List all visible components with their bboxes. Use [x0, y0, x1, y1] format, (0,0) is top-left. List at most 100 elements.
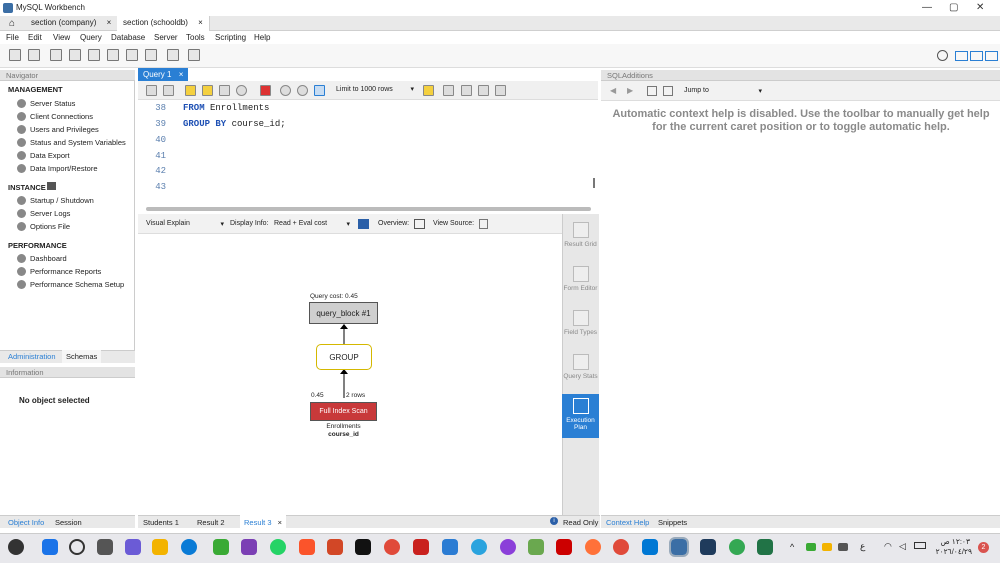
limit-rows-select[interactable]: Limit to 1000 rows ▾ — [336, 85, 414, 96]
tab-object-info[interactable]: Object Info — [8, 518, 44, 527]
edge-icon[interactable] — [181, 539, 197, 555]
nav-server-logs[interactable]: Server Logs — [30, 209, 70, 218]
nav-users-privileges[interactable]: Users and Privileges — [30, 125, 99, 134]
create-view-icon[interactable] — [107, 49, 119, 61]
menu-edit[interactable]: Edit — [28, 33, 42, 42]
visual-studio-icon[interactable] — [241, 539, 257, 555]
execution-plan-button[interactable]: Execution Plan — [562, 394, 599, 438]
reconnect-icon[interactable] — [188, 49, 200, 61]
android-studio-icon[interactable] — [528, 539, 544, 555]
nav-options-file[interactable]: Options File — [30, 222, 70, 231]
menu-file[interactable]: File — [6, 33, 19, 42]
create-function-icon[interactable] — [145, 49, 157, 61]
search-icon[interactable] — [69, 539, 85, 555]
wrap-icon[interactable] — [495, 85, 506, 96]
chrome-icon[interactable] — [384, 539, 400, 555]
group-node[interactable]: GROUP — [316, 344, 372, 370]
nav-server-status[interactable]: Server Status — [30, 99, 75, 108]
commit-icon[interactable] — [280, 85, 291, 96]
menu-server[interactable]: Server — [154, 33, 178, 42]
create-schema-icon[interactable] — [69, 49, 81, 61]
teams-icon[interactable] — [125, 539, 141, 555]
jump-to-select[interactable]: Jump to ▾ — [684, 87, 762, 95]
toggle-error-icon[interactable] — [260, 85, 271, 96]
open-file-icon[interactable] — [146, 85, 157, 96]
nav-client-connections[interactable]: Client Connections — [30, 112, 93, 121]
save-plan-icon[interactable] — [358, 219, 369, 229]
close-tab-icon[interactable]: × — [107, 18, 112, 27]
arduino-icon[interactable] — [700, 539, 716, 555]
battery-icon[interactable] — [914, 542, 926, 549]
notification-badge[interactable]: 2 — [978, 542, 989, 553]
telegram-icon[interactable] — [471, 539, 487, 555]
docs-icon[interactable] — [442, 539, 458, 555]
nav-status-variables[interactable]: Status and System Variables — [30, 138, 126, 147]
menu-tools[interactable]: Tools — [186, 33, 205, 42]
nav-data-import[interactable]: Data Import/Restore — [30, 164, 98, 173]
field-types-button[interactable]: Field Types — [562, 310, 599, 336]
close-tab-icon[interactable]: × — [179, 70, 184, 79]
back-icon[interactable]: ◀ — [610, 86, 616, 95]
full-index-scan-node[interactable]: Full Index Scan — [310, 402, 377, 421]
execute-icon[interactable] — [185, 85, 196, 96]
nav-startup-shutdown[interactable]: Startup / Shutdown — [30, 196, 94, 205]
nav-dashboard[interactable]: Dashboard — [30, 254, 67, 263]
new-sql-tab-icon[interactable] — [9, 49, 21, 61]
sql-editor[interactable] — [138, 100, 598, 206]
task-view-icon[interactable] — [97, 539, 113, 555]
tab-connection-company[interactable]: section (company) × — [25, 16, 119, 31]
menu-scripting[interactable]: Scripting — [215, 33, 246, 42]
start-icon[interactable] — [42, 539, 58, 555]
app-icon[interactable] — [500, 539, 516, 555]
query-block-node[interactable]: query_block #1 — [309, 302, 378, 324]
gear-icon[interactable] — [937, 50, 948, 61]
tray-icon[interactable] — [806, 543, 816, 551]
chrome-green-icon[interactable] — [729, 539, 745, 555]
excel-icon[interactable] — [757, 539, 773, 555]
chevron-up-icon[interactable]: ^ — [790, 542, 794, 552]
nav-performance-schema-setup[interactable]: Performance Schema Setup — [30, 280, 124, 289]
menu-help[interactable]: Help — [254, 33, 270, 42]
menu-view[interactable]: View — [53, 33, 70, 42]
invisible-chars-icon[interactable] — [478, 85, 489, 96]
vscode-icon[interactable] — [642, 539, 658, 555]
tab-connection-schooldb[interactable]: section (schooldb) × — [117, 16, 210, 31]
create-procedure-icon[interactable] — [126, 49, 138, 61]
menu-database[interactable]: Database — [111, 33, 145, 42]
stop-icon[interactable] — [236, 85, 247, 96]
save-icon[interactable] — [163, 85, 174, 96]
auto-help-icon[interactable] — [663, 86, 673, 96]
maximize-icon[interactable]: ▢ — [949, 2, 958, 13]
whatsapp-icon[interactable] — [270, 539, 286, 555]
autocommit-icon[interactable] — [314, 85, 325, 96]
store-icon[interactable] — [213, 539, 229, 555]
wps-icon[interactable] — [413, 539, 429, 555]
brave-icon[interactable] — [299, 539, 315, 555]
explain-view-select[interactable]: Visual Explain ▾ — [146, 220, 224, 228]
explain-icon[interactable] — [219, 85, 230, 96]
tab-schemas[interactable]: Schemas — [62, 350, 102, 363]
tray-icon[interactable] — [822, 543, 832, 551]
close-icon[interactable]: ✕ — [976, 2, 984, 13]
execute-current-icon[interactable] — [202, 85, 213, 96]
home-icon[interactable]: ⌂ — [9, 18, 15, 29]
clock-date[interactable]: ٢٠٢٦/٠٤/٢٩ — [928, 547, 972, 556]
vertical-scrollbar[interactable] — [593, 178, 595, 188]
tab-administration[interactable]: Administration — [8, 352, 56, 361]
tab-session[interactable]: Session — [55, 518, 82, 527]
clock-time[interactable]: ١٢:٠٣ ص — [936, 537, 970, 546]
tab-query-1[interactable]: Query 1 × — [138, 68, 189, 81]
powerpoint-icon[interactable] — [327, 539, 343, 555]
tray-icon[interactable] — [838, 543, 848, 551]
toggle-sidebar-icon[interactable] — [955, 51, 968, 61]
display-info-select[interactable]: Read + Eval cost ▾ — [274, 220, 350, 228]
language-indicator[interactable]: ع — [860, 541, 865, 552]
tab-context-help[interactable]: Context Help — [606, 518, 649, 527]
overview-icon[interactable] — [414, 219, 425, 229]
wifi-icon[interactable]: ◠ — [884, 541, 892, 552]
magnify-icon[interactable] — [461, 85, 472, 96]
forward-icon[interactable]: ▶ — [627, 86, 633, 95]
close-tab-icon[interactable]: × — [198, 18, 203, 27]
chrome-profile-icon[interactable] — [613, 539, 629, 555]
minimize-icon[interactable]: — — [922, 2, 932, 13]
